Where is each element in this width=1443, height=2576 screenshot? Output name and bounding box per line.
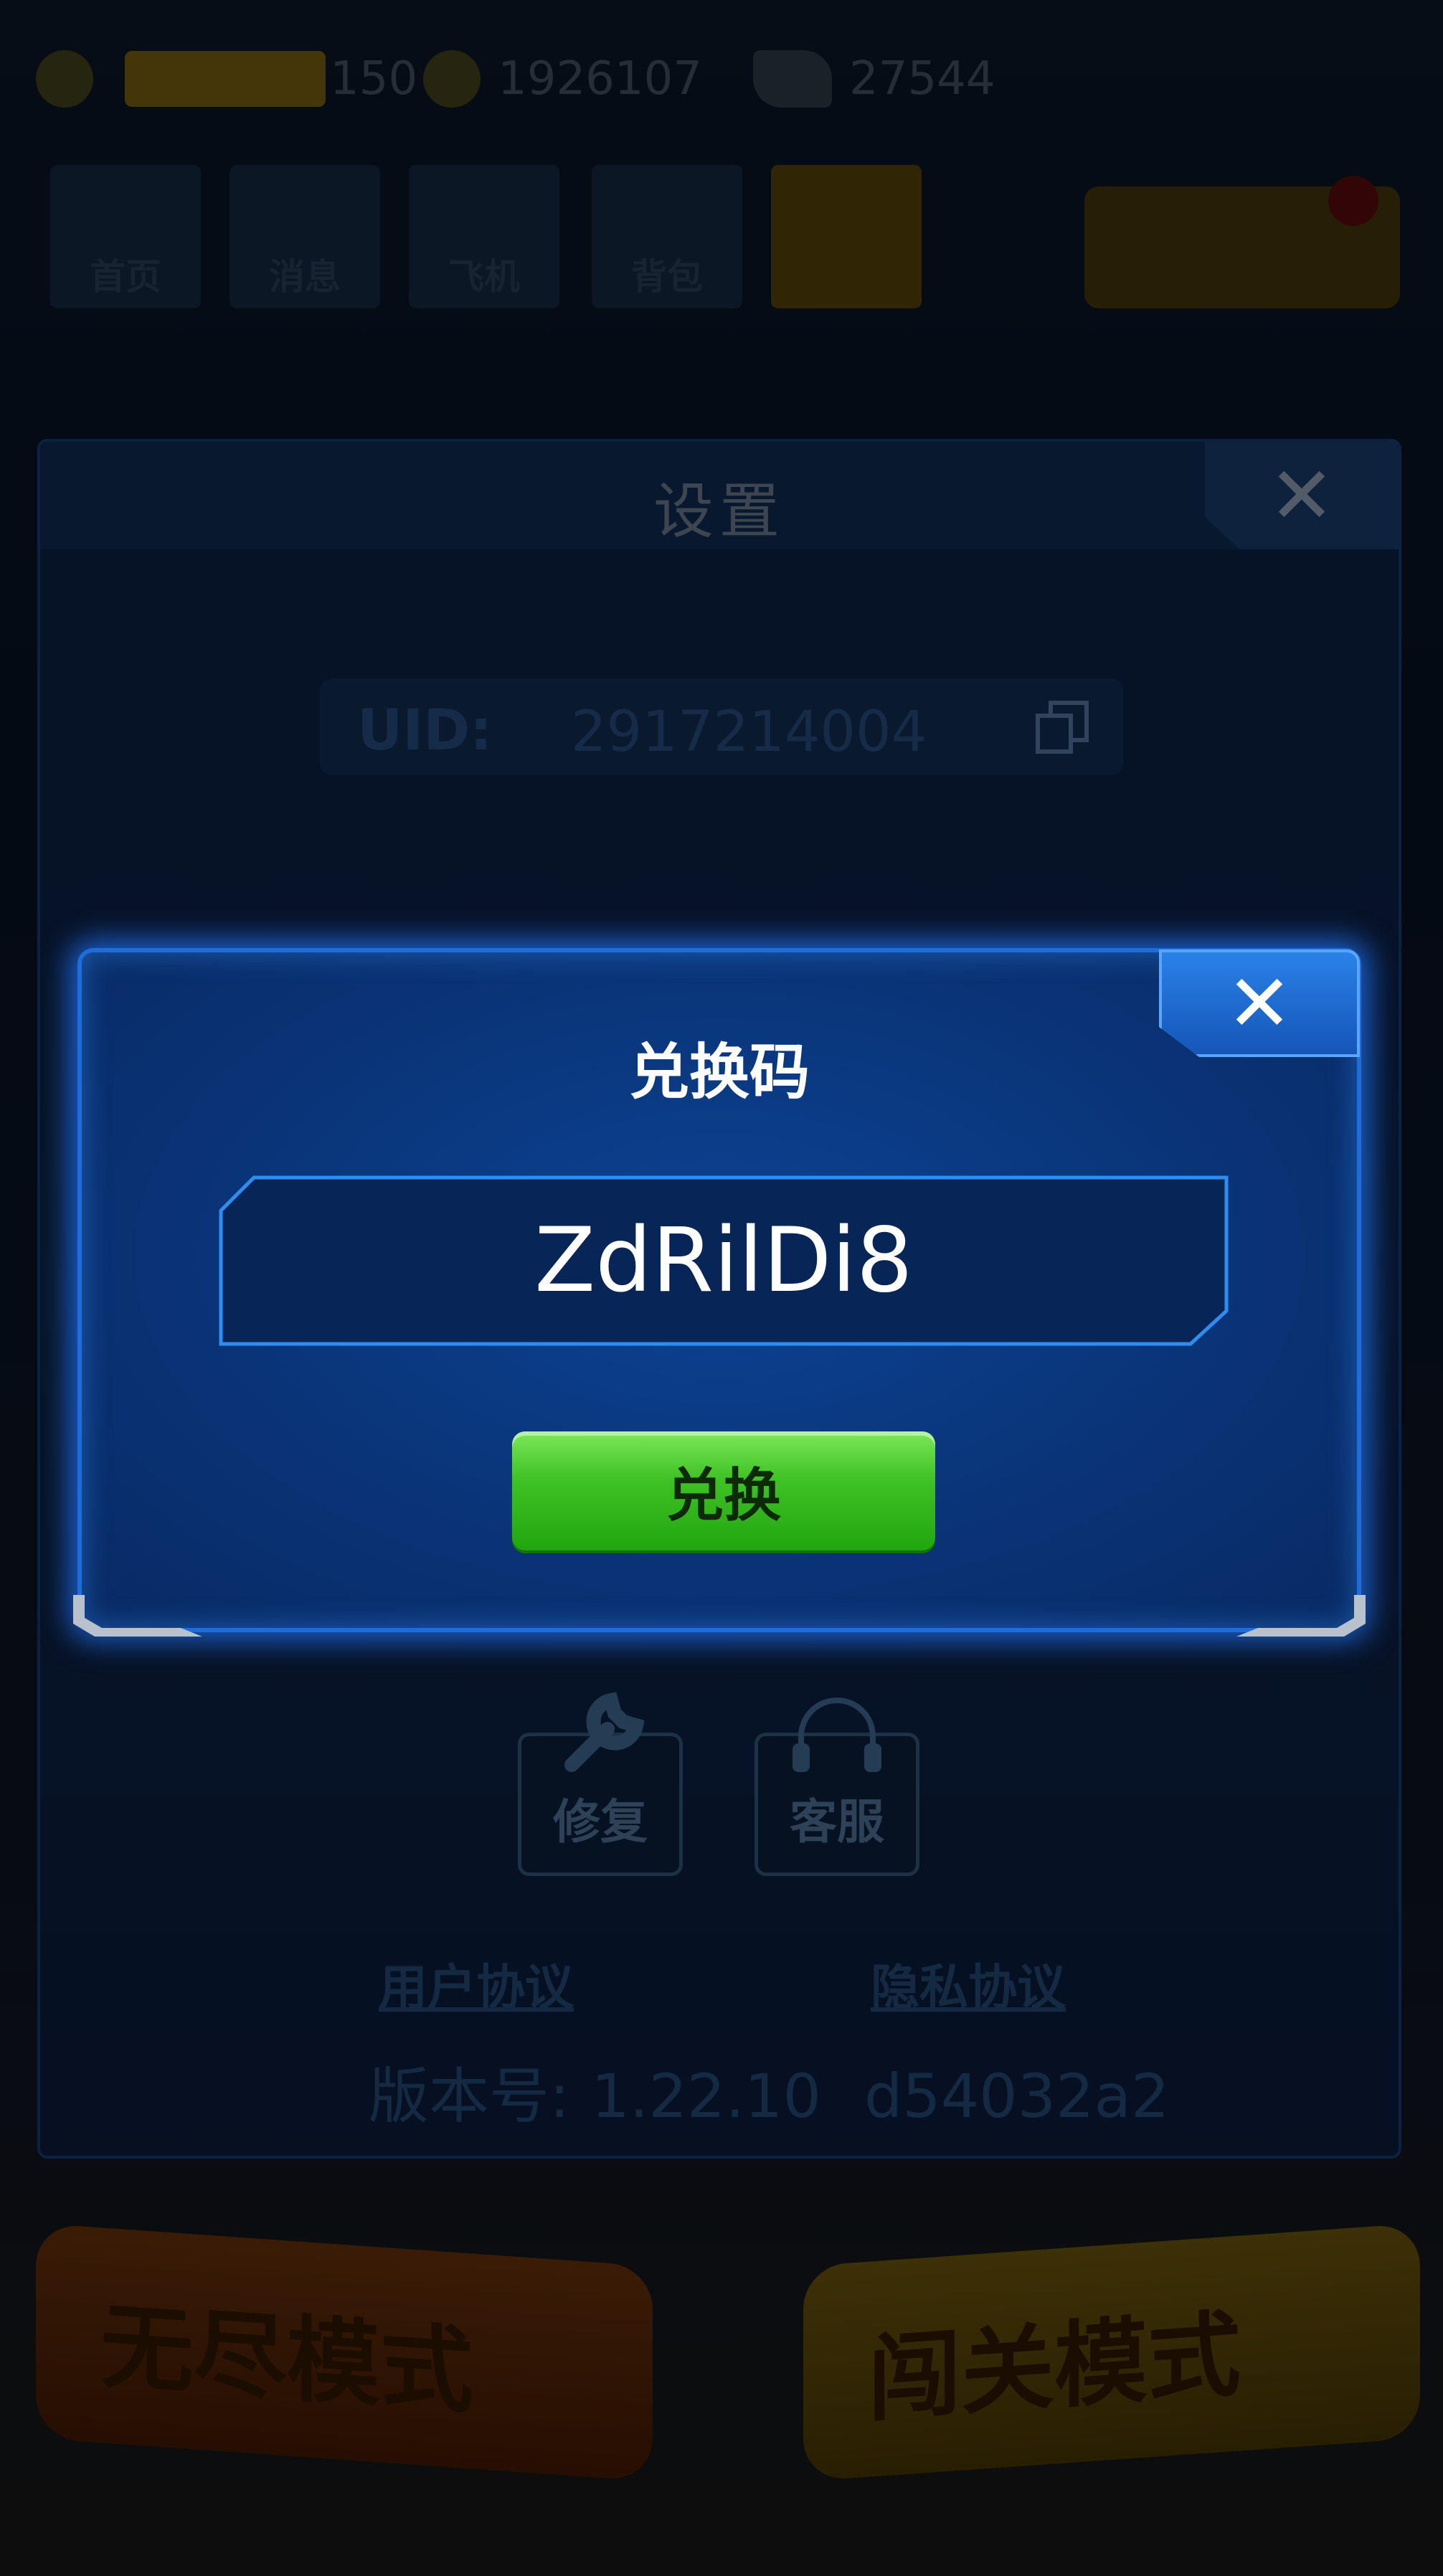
energy-bar — [125, 51, 326, 107]
uid-label: UID: — [357, 699, 493, 763]
energy-counter: 150 — [36, 50, 417, 108]
settings-title-bar: 设置 ✕ — [40, 442, 1399, 549]
nav-bag-label: 背包 — [631, 256, 703, 298]
repair-label: 修复 — [553, 1794, 648, 1850]
redeem-title: 兑换码 — [628, 1037, 810, 1107]
notification-badge — [1328, 176, 1378, 226]
nav-message-label: 消息 — [269, 256, 341, 298]
nav-message[interactable]: 消息 — [230, 165, 380, 308]
close-icon: ✕ — [1268, 450, 1335, 541]
nav-home-label: 首页 — [90, 256, 161, 298]
privacy-policy-link[interactable]: 隐私协议 — [871, 1948, 1066, 2019]
lightning-icon — [36, 50, 93, 108]
nav-plane[interactable]: 飞机 — [409, 165, 559, 308]
star-banner[interactable] — [1084, 176, 1400, 308]
energy-value: 150 — [330, 52, 418, 105]
version-number: 1.22.10 — [591, 2061, 821, 2131]
headset-icon — [793, 1697, 881, 1772]
nav-home[interactable]: 首页 — [50, 165, 201, 308]
gem-value: 27544 — [849, 52, 995, 105]
user-agreement-link[interactable]: 用户协议 — [379, 1948, 574, 2019]
coin-icon — [423, 50, 481, 108]
settings-title: 设置 — [653, 476, 785, 546]
settings-close-button[interactable]: ✕ — [1205, 442, 1399, 549]
coin-value: 1926107 — [498, 52, 703, 105]
stage-mode-label: 闯关模式 — [868, 2299, 1241, 2435]
endless-mode-button[interactable]: 无尽模式 — [36, 2222, 653, 2482]
main-nav: 首页 消息 飞机 背包 — [50, 165, 1400, 308]
redeem-button[interactable]: 兑换 — [512, 1431, 935, 1550]
redeem-button-label: 兑换 — [666, 1462, 781, 1529]
redeem-close-button[interactable]: ✕ — [1159, 950, 1360, 1057]
copy-icon[interactable] — [1033, 699, 1091, 756]
endless-mode-label: 无尽模式 — [100, 2291, 474, 2427]
customer-service-button[interactable]: 客服 — [754, 1697, 919, 1876]
corner-ornament-left — [73, 1595, 202, 1637]
version-label: 版本号: — [369, 2061, 570, 2131]
redeem-code-field[interactable] — [218, 1175, 1229, 1347]
redeem-code-input[interactable] — [218, 1175, 1229, 1347]
corner-ornament-right — [1236, 1595, 1366, 1637]
version-hash: d54032a2 — [864, 2061, 1170, 2131]
service-label: 客服 — [790, 1794, 884, 1850]
version-info: 版本号: 1.22.10 d54032a2 — [369, 2048, 1169, 2135]
uid-box: UID: 2917214004 — [320, 678, 1123, 775]
nav-gold[interactable] — [771, 165, 922, 308]
nav-plane-label: 飞机 — [448, 256, 520, 298]
gem-icon — [753, 50, 832, 108]
close-icon: ✕ — [1226, 957, 1293, 1049]
coin-counter: 1926107 — [423, 50, 702, 108]
stage-mode-button[interactable]: 闯关模式 — [803, 2222, 1420, 2482]
gem-counter: 27544 — [753, 50, 995, 108]
wrench-icon — [564, 1692, 645, 1772]
nav-bag[interactable]: 背包 — [592, 165, 742, 308]
repair-button[interactable]: 修复 — [518, 1692, 683, 1876]
redeem-code-dialog: 兑换码 ✕ 兑换 — [73, 948, 1366, 1637]
uid-value: 2917214004 — [571, 700, 927, 764]
top-resource-bar: 150 1926107 27544 — [22, 22, 1421, 129]
